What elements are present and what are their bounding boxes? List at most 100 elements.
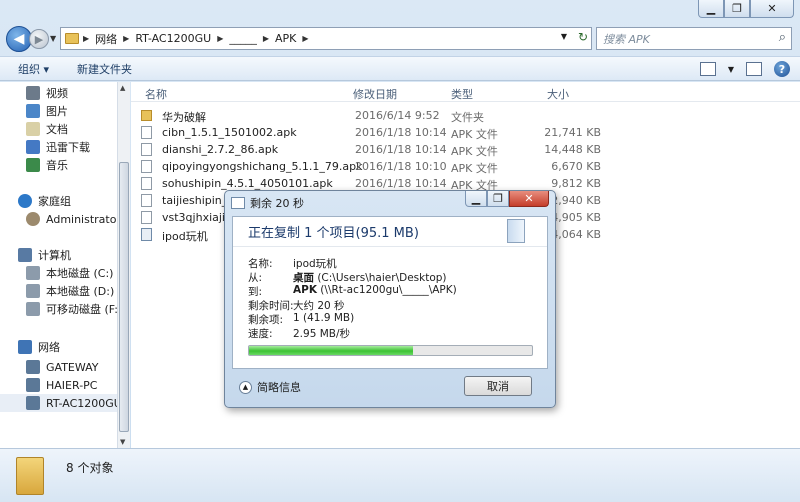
- organize-menu[interactable]: 组织 ▾: [8, 61, 59, 77]
- breadcrumb-network[interactable]: 网络: [89, 31, 123, 47]
- document-icon: [507, 219, 525, 243]
- nav-item-label: 可移动磁盘 (F:): [46, 303, 123, 316]
- explorer-window: ▁ ❐ ✕ ◀ ▶ ▼ ▶ 网络 ▶ RT-AC1200GU ▶ _____ ▶…: [0, 0, 800, 502]
- computer-icon: [18, 248, 32, 262]
- item-count: 8 个对象: [66, 461, 114, 475]
- nav-item-rt-ac1200gu[interactable]: RT-AC1200GU: [0, 394, 118, 412]
- dialog-minimize-button[interactable]: ▁: [465, 191, 487, 207]
- file-row[interactable]: 华为破解 2016/6/14 9:52 文件夹: [141, 107, 611, 124]
- file-type: APK 文件: [451, 145, 498, 158]
- dialog-title-bar: 剩余 20 秒: [231, 195, 304, 211]
- file-icon: [141, 126, 152, 139]
- file-icon: [141, 194, 152, 207]
- view-dropdown-icon[interactable]: ▼: [728, 65, 734, 74]
- column-type[interactable]: 类型: [451, 86, 473, 102]
- downloads-icon: [26, 140, 40, 154]
- forward-button[interactable]: ▶: [29, 29, 49, 49]
- info-value-text: (\\Rt-ac1200gu\_____\APK): [316, 284, 457, 296]
- column-name[interactable]: 名称: [145, 86, 167, 102]
- navigation-pane: 视频 图片 文档 迅雷下载 音乐 家庭组 Administrator ( 计算机…: [0, 82, 129, 448]
- window-controls: ▁ ❐ ✕: [698, 0, 794, 18]
- nav-scrollbar[interactable]: ▲ ▼: [117, 82, 130, 448]
- info-row-time-remaining: 剩余时间: 大约 20 秒: [248, 298, 345, 312]
- address-dropdown-icon[interactable]: ▼: [561, 32, 567, 41]
- file-type: 文件夹: [451, 111, 484, 124]
- info-value: 2.95 MB/秒: [293, 326, 351, 340]
- cancel-button[interactable]: 取消: [464, 376, 532, 396]
- close-button[interactable]: ✕: [750, 0, 794, 18]
- breadcrumb-share[interactable]: _____: [223, 32, 263, 45]
- file-icon: [141, 143, 152, 156]
- file-type: APK 文件: [451, 128, 498, 141]
- info-row-name: 名称: ipod玩机: [248, 256, 337, 270]
- column-modified[interactable]: 修改日期: [353, 86, 397, 102]
- chevron-right-icon[interactable]: ▶: [302, 34, 308, 43]
- file-modified: 2016/1/18 10:14: [355, 177, 447, 190]
- folder-icon: [16, 457, 44, 495]
- nav-item-label: 本地磁盘 (D:): [46, 285, 115, 298]
- info-row-speed: 速度: 2.95 MB/秒: [248, 326, 351, 340]
- file-name: qipoyingyongshichang_5.1.1_79.apk: [162, 160, 363, 173]
- info-value[interactable]: APK (\\Rt-ac1200gu\_____\APK): [293, 284, 457, 297]
- documents-icon: [26, 122, 40, 136]
- info-key: 剩余项:: [248, 314, 284, 326]
- column-headers: 名称 修改日期 类型 大小: [131, 82, 800, 102]
- address-row: ◀ ▶ ▼ ▶ 网络 ▶ RT-AC1200GU ▶ _____ ▶ APK ▶…: [0, 24, 800, 54]
- view-mode-icon[interactable]: [699, 62, 716, 76]
- details-pane: 8 个对象: [0, 448, 800, 502]
- dialog-close-button[interactable]: ✕: [509, 191, 549, 207]
- scroll-up-icon[interactable]: ▲: [120, 84, 125, 92]
- info-value: 1 (41.9 MB): [293, 312, 354, 325]
- file-size: 21,741 KB: [544, 126, 601, 139]
- title-bar: ▁ ❐ ✕: [0, 0, 800, 24]
- file-name: sohushipin_4.5.1_4050101.apk: [162, 177, 333, 190]
- file-row[interactable]: dianshi_2.7.2_86.apk 2016/1/18 10:14 APK…: [141, 141, 611, 158]
- file-row[interactable]: qipoyingyongshichang_5.1.1_79.apk 2016/1…: [141, 158, 611, 175]
- homegroup-icon: [18, 194, 32, 208]
- info-value-text: 2.95 MB/秒: [293, 328, 351, 340]
- network-computer-icon: [26, 396, 40, 410]
- address-bar[interactable]: ▶ 网络 ▶ RT-AC1200GU ▶ _____ ▶ APK ▶ ▼ ↻: [60, 27, 592, 50]
- breadcrumb-router[interactable]: RT-AC1200GU: [129, 32, 217, 45]
- file-modified: 2016/6/14 9:52: [355, 109, 440, 122]
- recent-pages-dropdown[interactable]: ▼: [50, 34, 56, 43]
- progress-fill: [249, 346, 414, 355]
- dialog-maximize-button[interactable]: ❐: [487, 191, 509, 207]
- file-icon: [141, 211, 152, 224]
- help-icon[interactable]: ?: [774, 61, 790, 77]
- file-size: 14,448 KB: [544, 143, 601, 156]
- column-size[interactable]: 大小: [547, 86, 569, 102]
- dialog-window-controls: ▁ ❐ ✕: [465, 191, 549, 207]
- file-size: 9,812 KB: [551, 177, 601, 190]
- maximize-button[interactable]: ❐: [724, 0, 750, 18]
- dialog-body: 正在复制 1 个项目(95.1 MB) 名称: ipod玩机 从: 桌面 (C:…: [232, 216, 548, 369]
- minimize-button[interactable]: ▁: [698, 0, 724, 18]
- videos-icon: [26, 86, 40, 100]
- new-folder-button[interactable]: 新建文件夹: [67, 61, 142, 77]
- view-controls: ▼ ?: [699, 61, 790, 77]
- copy-progress-dialog: 剩余 20 秒 ▁ ❐ ✕ 正在复制 1 个项目(95.1 MB) 名称: ip…: [224, 190, 556, 408]
- fewer-details-label: 简略信息: [257, 381, 301, 394]
- info-value[interactable]: 桌面 (C:\Users\haier\Desktop): [293, 270, 447, 284]
- file-name: ipod玩机: [162, 230, 208, 243]
- nav-item-label: 文档: [46, 123, 68, 136]
- search-icon[interactable]: ⌕: [779, 30, 786, 45]
- file-row[interactable]: cibn_1.5.1_1501002.apk 2016/1/18 10:14 A…: [141, 124, 611, 141]
- file-name: cibn_1.5.1_1501002.apk: [162, 126, 297, 139]
- network-computer-icon: [26, 378, 40, 392]
- search-input[interactable]: 搜索 APK ⌕: [596, 27, 792, 50]
- file-modified: 2016/1/18 10:10: [355, 160, 447, 173]
- preview-pane-icon[interactable]: [746, 62, 762, 76]
- info-key: 剩余时间:: [248, 300, 294, 312]
- scroll-down-icon[interactable]: ▼: [120, 438, 125, 446]
- folder-icon: [65, 33, 79, 44]
- breadcrumb-apk[interactable]: APK: [269, 32, 302, 45]
- network-icon: [18, 340, 32, 354]
- scroll-thumb[interactable]: [119, 162, 129, 432]
- fewer-details-toggle[interactable]: ▲ 简略信息: [239, 379, 301, 395]
- folder-icon: [141, 110, 152, 121]
- file-name: dianshi_2.7.2_86.apk: [162, 143, 279, 156]
- refresh-icon[interactable]: ↻: [578, 30, 588, 44]
- info-value-text: (C:\Users\haier\Desktop): [314, 272, 447, 284]
- nav-item-label: 迅雷下载: [46, 141, 90, 154]
